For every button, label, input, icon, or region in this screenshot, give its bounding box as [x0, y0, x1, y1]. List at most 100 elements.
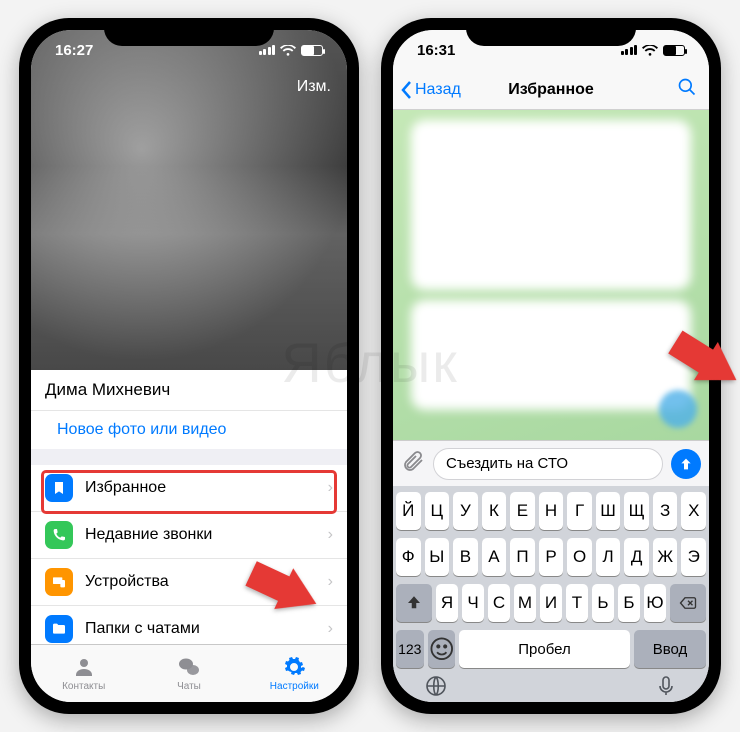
key[interactable]: Ц: [425, 492, 450, 530]
message-input-bar: Съездить на СТО: [393, 440, 709, 486]
key[interactable]: З: [653, 492, 678, 530]
wifi-icon: [280, 44, 296, 56]
wifi-icon: [642, 44, 658, 56]
attach-button[interactable]: [401, 449, 425, 478]
tab-settings[interactable]: Настройки: [242, 645, 347, 702]
keyboard: Й Ц У К Е Н Г Ш Щ З Х Ф Ы В А П: [393, 486, 709, 702]
message-bubble: [411, 120, 691, 290]
menu-label: Избранное: [85, 479, 328, 497]
keyboard-row-4: 123 Пробел Ввод: [396, 630, 706, 668]
enter-key[interactable]: Ввод: [634, 630, 706, 668]
key[interactable]: Ю: [644, 584, 666, 622]
key[interactable]: К: [482, 492, 507, 530]
key[interactable]: Х: [681, 492, 706, 530]
menu-label: Устройства: [85, 573, 328, 591]
menu-saved-messages[interactable]: Избранное ›: [31, 465, 347, 511]
backspace-key[interactable]: [670, 584, 706, 622]
keyboard-row-3: Я Ч С М И Т Ь Б Ю: [396, 584, 706, 622]
key[interactable]: Э: [681, 538, 706, 576]
shift-icon: [405, 594, 423, 612]
scroll-down-button[interactable]: [659, 390, 697, 428]
signal-icon: [621, 45, 638, 55]
key[interactable]: С: [488, 584, 510, 622]
key[interactable]: Д: [624, 538, 649, 576]
key[interactable]: В: [453, 538, 478, 576]
key[interactable]: Г: [567, 492, 592, 530]
bookmark-icon: [45, 474, 73, 502]
key[interactable]: О: [567, 538, 592, 576]
battery-icon: [663, 45, 685, 56]
menu-chat-folders[interactable]: Папки с чатами ›: [31, 605, 347, 644]
chevron-right-icon: ›: [328, 573, 333, 591]
key[interactable]: Ь: [592, 584, 614, 622]
numbers-key[interactable]: 123: [396, 630, 424, 668]
tab-chats[interactable]: Чаты: [136, 645, 241, 702]
person-icon: [71, 655, 97, 679]
chat-background[interactable]: [393, 110, 709, 440]
menu-devices[interactable]: Устройства ›: [31, 558, 347, 605]
gear-icon: [281, 655, 307, 679]
emoji-key[interactable]: [428, 630, 456, 668]
arrow-up-icon: [678, 456, 694, 472]
key[interactable]: М: [514, 584, 536, 622]
paperclip-icon: [401, 449, 425, 473]
edit-button[interactable]: Изм.: [297, 78, 331, 96]
key[interactable]: Л: [596, 538, 621, 576]
notch: [466, 18, 636, 46]
key[interactable]: Я: [436, 584, 458, 622]
key[interactable]: И: [540, 584, 562, 622]
key[interactable]: Щ: [624, 492, 649, 530]
key[interactable]: Р: [539, 538, 564, 576]
chevron-right-icon: ›: [328, 479, 333, 497]
notch: [104, 18, 274, 46]
message-bubble: [411, 300, 691, 410]
folder-icon: [45, 615, 73, 643]
chevron-right-icon: ›: [328, 620, 333, 638]
menu-recent-calls[interactable]: Недавние звонки ›: [31, 511, 347, 558]
key[interactable]: Б: [618, 584, 640, 622]
status-time: 16:27: [55, 42, 93, 59]
message-input[interactable]: Съездить на СТО: [433, 448, 663, 480]
new-photo-button[interactable]: Новое фото или видео: [31, 410, 347, 449]
status-time: 16:31: [417, 42, 455, 59]
nav-bar: Назад Избранное: [393, 70, 709, 110]
chevron-right-icon: ›: [328, 526, 333, 544]
tab-contacts[interactable]: Контакты: [31, 645, 136, 702]
key[interactable]: Ж: [653, 538, 678, 576]
phone-left: 16:27 Изм. Дима Михневич Новое фото или …: [19, 18, 359, 714]
key[interactable]: А: [482, 538, 507, 576]
menu-label: Папки с чатами: [85, 620, 328, 638]
key[interactable]: Е: [510, 492, 535, 530]
key[interactable]: П: [510, 538, 535, 576]
key[interactable]: Н: [539, 492, 564, 530]
space-key[interactable]: Пробел: [459, 630, 630, 668]
globe-icon: [424, 674, 448, 698]
key[interactable]: Ы: [425, 538, 450, 576]
key[interactable]: Ф: [396, 538, 421, 576]
back-button[interactable]: Назад: [399, 80, 461, 100]
globe-key[interactable]: [424, 674, 448, 702]
signal-icon: [259, 45, 276, 55]
key[interactable]: Ш: [596, 492, 621, 530]
shift-key[interactable]: [396, 584, 432, 622]
tab-label: Чаты: [177, 681, 201, 692]
backspace-icon: [679, 594, 697, 612]
back-label: Назад: [415, 81, 461, 99]
nav-title: Избранное: [508, 81, 594, 99]
key[interactable]: Ч: [462, 584, 484, 622]
chats-icon: [176, 655, 202, 679]
key[interactable]: Й: [396, 492, 421, 530]
search-button[interactable]: [677, 77, 697, 102]
key[interactable]: Т: [566, 584, 588, 622]
tab-label: Настройки: [270, 681, 319, 692]
emoji-icon: [428, 635, 456, 663]
battery-icon: [301, 45, 323, 56]
key[interactable]: У: [453, 492, 478, 530]
keyboard-row-1: Й Ц У К Е Н Г Ш Щ З Х: [396, 492, 706, 530]
tab-label: Контакты: [62, 681, 105, 692]
chevron-left-icon: [399, 80, 413, 100]
profile-name[interactable]: Дима Михневич: [31, 370, 347, 410]
devices-icon: [45, 568, 73, 596]
send-button[interactable]: [671, 449, 701, 479]
mic-key[interactable]: [654, 674, 678, 702]
